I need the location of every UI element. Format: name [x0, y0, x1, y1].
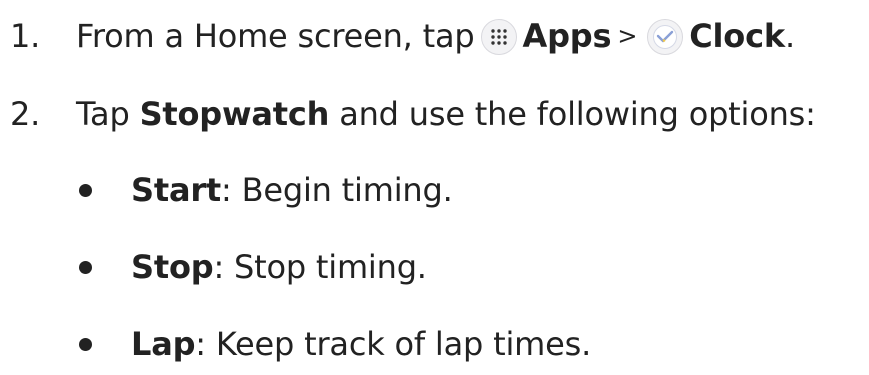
chevron-right-icon: > [617, 22, 638, 50]
option-content: Lap: Keep track of lap times. [131, 325, 591, 363]
bullet-icon [79, 260, 92, 274]
step-content: From a Home screen, tap Apps > Clock . [76, 17, 795, 55]
step-text: From a Home screen, tap [76, 17, 475, 55]
step-number: 1. [10, 17, 41, 55]
option-text: : Begin timing. [221, 171, 453, 209]
clock-icon [647, 19, 684, 55]
bullet-icon [79, 337, 92, 351]
option-content: Stop: Stop timing. [131, 248, 427, 286]
step-text: and use the following options: [339, 95, 816, 133]
bullet-icon [79, 183, 92, 197]
step-number: 2. [10, 95, 41, 133]
instructions-document: 1. From a Home screen, tap Apps > Clock … [0, 0, 869, 375]
option-label: Lap [131, 325, 196, 363]
option-label: Start [131, 171, 222, 209]
step-content: Tap Stopwatch and use the following opti… [76, 95, 816, 133]
clock-label: Clock [689, 17, 785, 55]
stopwatch-label: Stopwatch [139, 95, 330, 133]
step-text: Tap [76, 95, 130, 133]
period: . [784, 17, 795, 55]
option-text: : Keep track of lap times. [195, 325, 592, 363]
apps-label: Apps [522, 17, 612, 55]
apps-grid-icon [480, 19, 517, 55]
option-content: Start: Begin timing. [131, 171, 453, 209]
option-label: Stop [131, 248, 214, 286]
option-text: : Stop timing. [213, 248, 427, 286]
